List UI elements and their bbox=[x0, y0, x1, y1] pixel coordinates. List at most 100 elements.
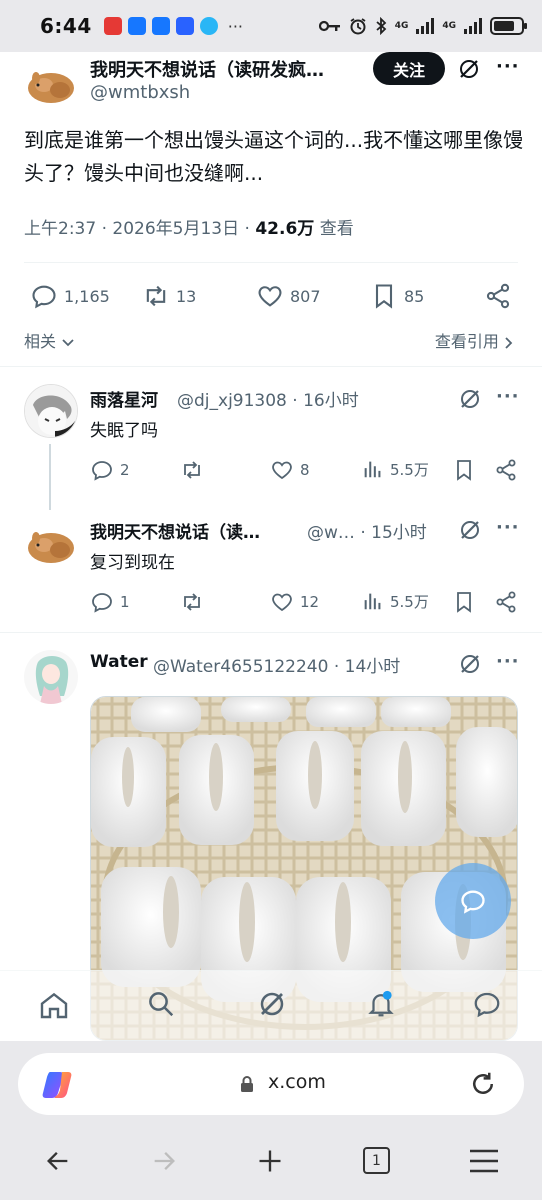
reply-author-handle: @w… · 15小时 bbox=[307, 523, 427, 543]
avatar[interactable] bbox=[24, 384, 78, 438]
menu-icon[interactable] bbox=[468, 1147, 500, 1175]
reply-author-name[interactable]: 我明天不想说话（读… bbox=[90, 518, 260, 543]
tweet-actions: 1,165 13 807 85 bbox=[24, 278, 518, 314]
compose-fab[interactable] bbox=[435, 863, 511, 939]
reply-count: 1 bbox=[120, 593, 130, 611]
share-icon[interactable] bbox=[494, 458, 518, 482]
reply-text: 复习到现在 bbox=[90, 553, 175, 573]
avatar[interactable] bbox=[24, 650, 78, 704]
grok-icon[interactable] bbox=[457, 57, 481, 81]
reply-time: 15小时 bbox=[371, 523, 427, 543]
home-icon[interactable] bbox=[38, 989, 70, 1021]
views-button[interactable]: 5.5万 bbox=[362, 590, 429, 612]
browser-app-icon bbox=[199, 17, 218, 35]
thread-line bbox=[49, 444, 51, 510]
back-arrow-icon[interactable] bbox=[44, 1147, 72, 1175]
more-icon[interactable]: ··· bbox=[496, 386, 520, 407]
alipay-icon bbox=[151, 17, 170, 35]
reply-time: 16小时 bbox=[303, 391, 359, 411]
browser-nav-row: 1 bbox=[0, 1141, 542, 1185]
grok-icon[interactable] bbox=[458, 518, 482, 542]
reply-button[interactable]: 2 bbox=[90, 458, 130, 482]
tab-switcher-button[interactable]: 1 bbox=[363, 1147, 390, 1174]
reply-count: 1,165 bbox=[64, 286, 110, 306]
key-icon bbox=[318, 20, 340, 32]
forward-arrow-icon[interactable] bbox=[150, 1147, 178, 1175]
chat-plus-icon bbox=[461, 890, 485, 914]
reload-icon[interactable] bbox=[468, 1069, 498, 1099]
share-icon[interactable] bbox=[494, 590, 518, 614]
browser-toolbar: x.com 1 bbox=[0, 1041, 542, 1200]
status-bar: 6:44 ··· 4G 4G bbox=[0, 0, 542, 52]
reply-author-handle: @Water4655122240 · 14小时 bbox=[153, 657, 401, 677]
like-button[interactable]: 807 bbox=[256, 282, 321, 310]
view-quotes-label: 查看引用 bbox=[434, 332, 499, 351]
alipay-icon bbox=[127, 17, 146, 35]
search-icon[interactable] bbox=[146, 989, 176, 1019]
address-bar[interactable]: x.com bbox=[18, 1053, 524, 1115]
section-divider bbox=[0, 366, 542, 367]
share-button[interactable] bbox=[484, 282, 512, 310]
retweet-icon bbox=[184, 593, 200, 611]
reply-button[interactable]: 1,165 bbox=[30, 282, 110, 310]
like-button[interactable]: 12 bbox=[270, 590, 319, 614]
grok-icon[interactable] bbox=[458, 387, 482, 411]
retweet-button[interactable] bbox=[180, 458, 210, 482]
grok-icon[interactable] bbox=[458, 652, 482, 676]
avatar[interactable] bbox=[24, 518, 78, 572]
related-dropdown[interactable]: 相关 bbox=[24, 328, 75, 352]
share-icon bbox=[486, 283, 510, 309]
app-notification-icon bbox=[103, 17, 122, 35]
bookmark-count: 85 bbox=[404, 286, 425, 306]
bookmark-button[interactable]: 85 bbox=[370, 282, 424, 310]
reply-handle[interactable]: @dj_xj91308 bbox=[177, 391, 287, 411]
url-text[interactable]: x.com bbox=[268, 1071, 326, 1093]
heart-icon bbox=[258, 286, 282, 307]
views-count: 5.5万 bbox=[390, 460, 429, 479]
avatar[interactable] bbox=[24, 58, 78, 112]
like-count: 8 bbox=[300, 461, 310, 479]
bookmark-icon[interactable] bbox=[452, 458, 476, 482]
reply-handle[interactable]: @w… bbox=[307, 523, 355, 543]
related-label: 相关 bbox=[24, 332, 57, 351]
retweet-button[interactable]: 13 bbox=[142, 282, 196, 310]
bookmark-icon[interactable] bbox=[452, 590, 476, 614]
chevron-down-icon bbox=[62, 338, 74, 346]
retweet-button[interactable] bbox=[180, 590, 210, 614]
view-quotes-link[interactable]: 查看引用 bbox=[435, 328, 514, 352]
lock-icon bbox=[241, 1076, 253, 1092]
reply-button[interactable]: 1 bbox=[90, 590, 130, 614]
reply-author-handle: @dj_xj91308 · 16小时 bbox=[177, 391, 359, 411]
reply-author-name[interactable]: 雨落星河 bbox=[90, 386, 158, 411]
more-notifications-icon: ··· bbox=[227, 16, 244, 36]
divider bbox=[24, 262, 518, 263]
new-tab-plus-icon[interactable] bbox=[256, 1147, 284, 1175]
reply-author-name[interactable]: Water bbox=[90, 652, 148, 672]
messages-icon[interactable] bbox=[472, 989, 502, 1019]
tweet-time: 上午2:37 bbox=[24, 219, 97, 239]
more-icon[interactable]: ··· bbox=[496, 517, 520, 538]
network-4g-indicator: 4G bbox=[394, 20, 409, 31]
views-icon bbox=[364, 593, 381, 610]
more-icon[interactable]: ··· bbox=[496, 56, 520, 77]
more-icon[interactable]: ··· bbox=[496, 651, 520, 672]
retweet-icon bbox=[184, 461, 200, 479]
reply-icon bbox=[32, 285, 56, 309]
views-icon bbox=[364, 461, 381, 478]
bookmark-icon bbox=[375, 284, 393, 309]
views-button[interactable]: 5.5万 bbox=[362, 458, 429, 480]
grok-icon[interactable] bbox=[257, 989, 287, 1019]
bell-icon[interactable] bbox=[366, 989, 396, 1019]
author-handle[interactable]: @wmtbxsh bbox=[90, 82, 190, 103]
reply-handle[interactable]: @Water4655122240 bbox=[153, 657, 328, 677]
tweet-meta: 上午2:37 · 2026年5月13日 · 42.6万 查看 bbox=[24, 219, 354, 239]
alarm-icon bbox=[350, 18, 366, 35]
reply-icon bbox=[92, 593, 112, 613]
signal-icon-2 bbox=[464, 18, 482, 34]
reply-icon bbox=[92, 461, 112, 481]
like-button[interactable]: 8 bbox=[270, 458, 310, 482]
author-name[interactable]: 我明天不想说话（读研发疯… bbox=[90, 56, 360, 82]
copilot-icon[interactable] bbox=[40, 1068, 74, 1102]
views-label: 查看 bbox=[319, 219, 354, 239]
follow-button[interactable]: 关注 bbox=[373, 52, 445, 85]
